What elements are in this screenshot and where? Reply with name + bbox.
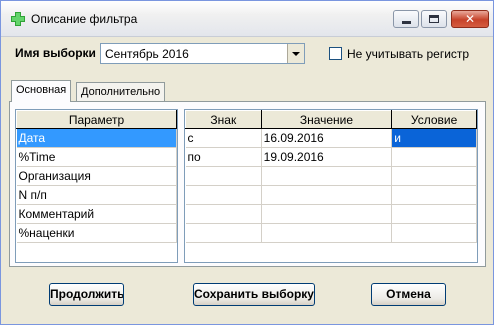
column-header-condition[interactable]: Условие	[391, 110, 477, 129]
title-bar[interactable]: Описание фильтра ✕	[1, 1, 493, 37]
condition-cell[interactable]	[391, 223, 477, 243]
selection-name-combo[interactable]: Сентябрь 2016	[100, 43, 305, 64]
tab-additional[interactable]: Дополнительно	[76, 82, 166, 101]
selection-name-value: Сентябрь 2016	[105, 47, 189, 61]
chevron-down-icon	[292, 51, 300, 56]
minimize-button[interactable]	[393, 10, 419, 28]
condition-cell[interactable]	[391, 147, 477, 167]
minimize-icon	[401, 20, 411, 24]
table-row[interactable]: по 19.09.2016	[185, 147, 477, 167]
condition-cell[interactable]	[391, 204, 477, 224]
condition-cell[interactable]	[391, 166, 477, 186]
selection-name-label: Имя выборки	[15, 46, 96, 60]
save-selection-button[interactable]: Сохранить выборку	[193, 283, 315, 306]
table-row[interactable]: с 16.09.2016 и	[185, 128, 477, 148]
sign-cell[interactable]	[185, 204, 262, 224]
condition-cell[interactable]	[391, 185, 477, 205]
ignore-case-checkbox[interactable]	[329, 47, 342, 60]
param-row[interactable]: Организация	[16, 166, 177, 186]
value-cell[interactable]: 19.09.2016	[261, 147, 393, 167]
conditions-grid[interactable]: Знак Значение Условие с 16.09.2016 и по …	[184, 109, 478, 263]
maximize-button[interactable]	[421, 10, 447, 28]
condition-cell[interactable]: и	[391, 128, 477, 148]
sign-cell[interactable]	[185, 185, 262, 205]
tab-main[interactable]: Основная	[11, 80, 72, 102]
value-cell[interactable]	[261, 166, 393, 186]
sign-cell[interactable]: по	[185, 147, 262, 167]
column-header-value[interactable]: Значение	[260, 110, 393, 129]
table-row[interactable]	[185, 204, 477, 224]
ignore-case-label[interactable]: Не учитывать регистр	[347, 47, 469, 61]
params-grid[interactable]: Параметр Дата %Time Организация N п/п Ко…	[15, 109, 178, 263]
filter-dialog: Описание фильтра ✕ Имя выборки Сентябрь …	[0, 0, 494, 325]
combo-dropdown-button[interactable]	[287, 44, 304, 63]
sign-cell[interactable]	[185, 223, 262, 243]
param-row[interactable]: Комментарий	[16, 204, 177, 224]
sign-cell[interactable]: с	[185, 128, 262, 148]
value-cell[interactable]	[261, 204, 393, 224]
table-row[interactable]	[185, 185, 477, 205]
column-header-sign[interactable]: Знак	[185, 110, 262, 129]
continue-button[interactable]: Продолжить	[49, 283, 124, 306]
sign-cell[interactable]	[185, 166, 262, 186]
value-cell[interactable]	[261, 185, 393, 205]
app-icon	[11, 12, 25, 26]
value-cell[interactable]	[261, 223, 393, 243]
close-icon: ✕	[464, 12, 476, 26]
value-cell[interactable]: 16.09.2016	[261, 128, 393, 148]
param-row[interactable]: %Time	[16, 147, 177, 167]
table-row[interactable]	[185, 166, 477, 186]
param-row[interactable]: Дата	[16, 128, 177, 148]
params-header[interactable]: Параметр	[16, 110, 177, 129]
param-row[interactable]: N п/п	[16, 185, 177, 205]
close-button[interactable]: ✕	[451, 10, 489, 28]
param-row[interactable]: %наценки	[16, 223, 177, 243]
maximize-icon	[429, 15, 439, 23]
window-title: Описание фильтра	[31, 12, 138, 26]
table-row[interactable]	[185, 223, 477, 243]
cancel-button[interactable]: Отмена	[371, 283, 446, 306]
